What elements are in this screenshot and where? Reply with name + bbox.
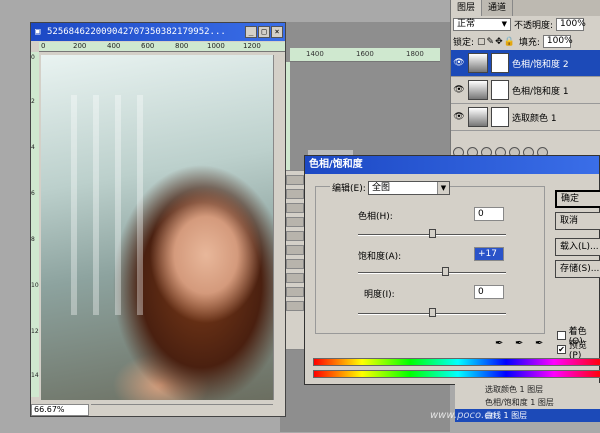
layer-row[interactable]: 👁 色相/饱和度 2	[451, 50, 600, 77]
layer-mask-thumbnail	[491, 80, 509, 100]
blend-mode-value: 正常	[457, 19, 476, 29]
ok-button[interactable]: 确定	[555, 190, 600, 208]
saturation-slider[interactable]	[358, 267, 506, 276]
ruler-label: 600	[141, 42, 155, 50]
ruler-label: 0	[31, 54, 35, 61]
ruler-label: 1800	[406, 50, 424, 58]
edit-select-value: 全图	[372, 183, 391, 193]
ruler-label: 1000	[207, 42, 225, 50]
photoshop-doc-icon: ▣	[35, 27, 41, 37]
fill-label: 填充:	[518, 38, 540, 48]
ruler-label: 10	[31, 282, 39, 289]
zoom-level[interactable]: 66.67%	[31, 404, 89, 416]
close-icon[interactable]: ×	[271, 26, 283, 38]
tab-channels[interactable]: 通道	[482, 0, 514, 16]
ruler-label: 12	[31, 328, 39, 335]
panel-tabs: 图层 通道	[451, 0, 600, 16]
color-spectrum-bar	[313, 358, 600, 366]
layer-row[interactable]: 👁 色相/饱和度 1	[451, 77, 600, 104]
ruler-label: 0	[41, 42, 46, 50]
lightness-slider[interactable]	[358, 308, 506, 317]
cancel-button[interactable]: 取消	[555, 212, 600, 230]
saturation-label: 饱和度(A):	[358, 252, 402, 262]
saturation-field[interactable]: +17	[474, 247, 504, 261]
adjustment-thumbnail	[468, 107, 488, 127]
adjustment-thumbnail	[468, 80, 488, 100]
eye-icon[interactable]: 👁	[453, 112, 465, 122]
layer-row[interactable]: 👁 选取颜色 1	[451, 104, 600, 131]
lightness-field[interactable]: 0	[474, 285, 504, 299]
layer-name: 色相/饱和度 2	[512, 59, 569, 70]
saturation-slider-knob[interactable]	[442, 267, 449, 276]
opacity-input[interactable]: 100%	[556, 18, 586, 31]
document-window: ▣ 5256846220090427073503821799​52... _ □…	[30, 22, 286, 417]
hue-slider-knob[interactable]	[429, 229, 436, 238]
check-icon[interactable]: ✔	[557, 345, 566, 354]
fill-input[interactable]: 100%	[542, 35, 573, 48]
ruler-label: 400	[107, 42, 121, 50]
maximize-icon[interactable]: □	[258, 26, 270, 38]
layer-name: 色相/饱和度 1	[512, 86, 569, 97]
layer-mask-thumbnail	[491, 107, 509, 127]
save-button[interactable]: 存储(S)...	[555, 260, 600, 278]
layer-row[interactable]: 色相/饱和度 1 图层	[455, 396, 600, 409]
hue-slider[interactable]	[358, 229, 506, 238]
vertical-scrollbar[interactable]	[273, 55, 285, 400]
document-title-bar[interactable]: ▣ 5256846220090427073503821799​52... _ □…	[31, 23, 285, 41]
layer-row[interactable]: 选取颜色 1 图层	[455, 383, 600, 396]
lock-label: 锁定:	[453, 38, 475, 48]
watermark: www.poco.cn	[430, 410, 497, 421]
lock-icons[interactable]: ▢✎✥🔒	[477, 37, 516, 47]
ruler-label: 2	[31, 98, 35, 105]
gate-bar	[71, 95, 77, 315]
ruler-label: 200	[73, 42, 87, 50]
chevron-down-icon: ▼	[437, 182, 449, 194]
eyedropper-icon[interactable]: ✒	[495, 338, 503, 349]
dialog-title[interactable]: 色相/饱和度	[305, 156, 599, 174]
ruler-label: 14	[31, 372, 39, 379]
edit-label: 编辑(E):	[330, 181, 368, 194]
layer-mask-thumbnail	[491, 53, 509, 73]
horizontal-ruler: 0 200 400 600 800 1000 1200	[39, 42, 285, 52]
ruler-label: 1600	[356, 50, 374, 58]
load-button[interactable]: 载入(L)...	[555, 238, 600, 256]
ruler-label: 800	[175, 42, 189, 50]
adjustment-group: 编辑(E): 全图 ▼ 色相(H): 0 饱和度(A): +17 明度(I): …	[315, 181, 545, 334]
color-spectrum-bar	[313, 370, 600, 378]
background-ruler: 1400 1600 1800	[290, 48, 440, 62]
horizontal-scrollbar[interactable]	[91, 404, 273, 416]
document-title: 5256846220090427073503821799​52...	[47, 27, 226, 37]
layers-panel: 图层 通道 正常 ▼ 不透明度: 100% 锁定: ▢✎✥🔒 填充: 100% …	[450, 0, 600, 160]
eyedropper-minus-icon[interactable]: ✒	[535, 338, 543, 349]
hue-saturation-dialog: 色相/饱和度 编辑(E): 全图 ▼ 色相(H): 0 饱和度(A): +17 …	[304, 155, 600, 385]
hue-field[interactable]: 0	[474, 207, 504, 221]
tab-layers[interactable]: 图层	[451, 0, 483, 16]
eyedropper-plus-icon[interactable]: ✒	[515, 338, 523, 349]
vertical-ruler: 0 2 4 6 8 10 12 14	[31, 52, 39, 397]
lightness-slider-knob[interactable]	[429, 308, 436, 317]
opacity-label: 不透明度:	[514, 21, 554, 31]
blend-mode-select[interactable]: 正常 ▼	[453, 18, 511, 31]
eye-icon[interactable]: 👁	[453, 85, 465, 95]
minimize-icon[interactable]: _	[245, 26, 257, 38]
adjustment-thumbnail	[468, 53, 488, 73]
lightness-label: 明度(I):	[364, 290, 395, 300]
image-canvas[interactable]	[41, 55, 273, 400]
ruler-label: 4	[31, 144, 35, 151]
gate-bar	[93, 95, 99, 315]
ruler-label: 1200	[243, 42, 261, 50]
layer-name: 选取颜色 1	[512, 113, 557, 124]
gate-bar	[115, 95, 121, 315]
ruler-label: 6	[31, 190, 35, 197]
hue-label: 色相(H):	[358, 212, 393, 222]
ruler-label: 8	[31, 236, 35, 243]
gate-bar	[137, 95, 143, 315]
edit-select[interactable]: 全图 ▼	[368, 181, 450, 195]
eye-icon[interactable]: 👁	[453, 58, 465, 68]
ruler-label: 1400	[306, 50, 324, 58]
chevron-down-icon: ▼	[501, 20, 507, 28]
